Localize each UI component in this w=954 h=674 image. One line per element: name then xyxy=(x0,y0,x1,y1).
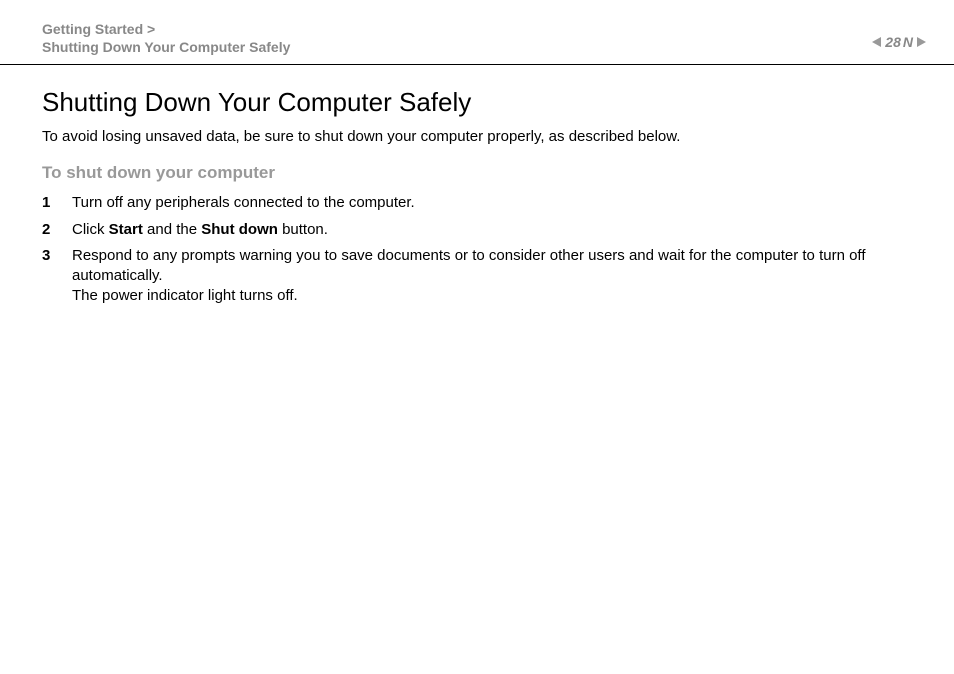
step-text: Turn off any peripherals connected to th… xyxy=(72,193,912,213)
page-number: 28 xyxy=(885,34,901,50)
step-text: Respond to any prompts warning you to sa… xyxy=(72,246,912,307)
step-number: 1 xyxy=(42,193,54,213)
list-item: 2 Click Start and the Shut down button. xyxy=(42,220,912,240)
subheading: To shut down your computer xyxy=(42,163,912,183)
breadcrumb-line2: Shutting Down Your Computer Safely xyxy=(42,38,290,56)
breadcrumb-line1: Getting Started > xyxy=(42,20,290,38)
page-header: Getting Started > Shutting Down Your Com… xyxy=(0,0,954,65)
page-nav: 28 N xyxy=(872,20,926,50)
nav-next-icon[interactable] xyxy=(917,37,926,47)
steps-list: 1 Turn off any peripherals connected to … xyxy=(42,193,912,306)
step-text: Click Start and the Shut down button. xyxy=(72,220,912,240)
nav-prev-icon[interactable] xyxy=(872,37,881,47)
page-title: Shutting Down Your Computer Safely xyxy=(42,87,912,118)
main-content: Shutting Down Your Computer Safely To av… xyxy=(0,65,954,306)
page-n-label: N xyxy=(903,34,913,50)
breadcrumb: Getting Started > Shutting Down Your Com… xyxy=(42,20,290,56)
list-item: 3 Respond to any prompts warning you to … xyxy=(42,246,912,307)
intro-text: To avoid losing unsaved data, be sure to… xyxy=(42,128,912,145)
step-number: 2 xyxy=(42,220,54,240)
list-item: 1 Turn off any peripherals connected to … xyxy=(42,193,912,213)
step-number: 3 xyxy=(42,246,54,266)
